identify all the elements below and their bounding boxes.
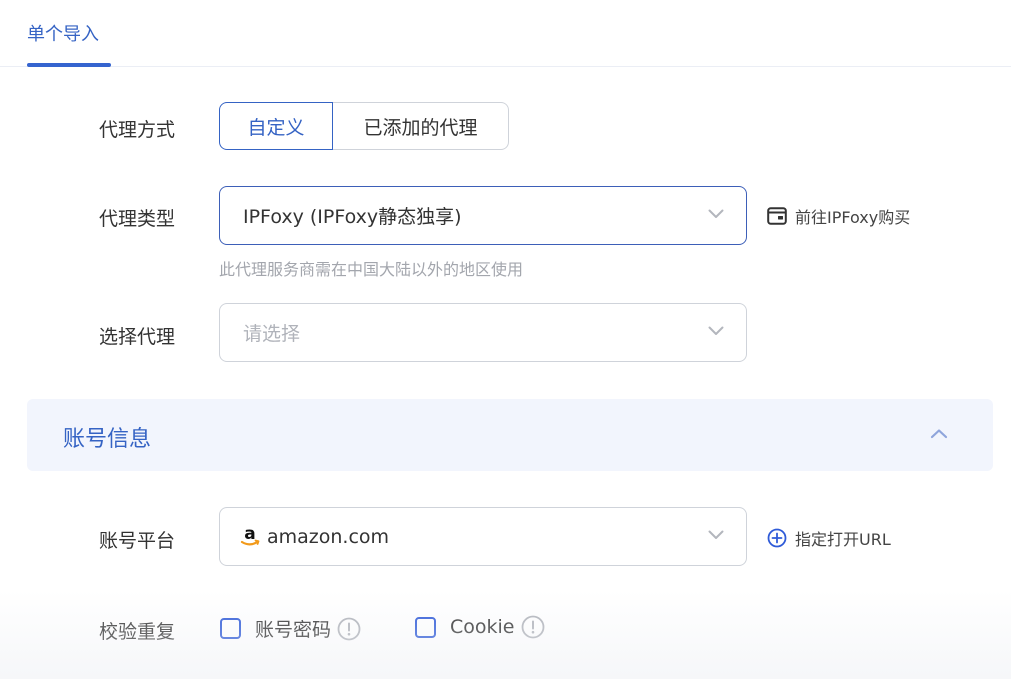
account-info-title: 账号信息	[63, 427, 152, 452]
proxy-type-select[interactable]: IPFoxy (IPFoxy静态独享)	[219, 186, 747, 245]
buy-ipfoxy-link-label: 前往IPFoxy购买	[795, 208, 911, 227]
svg-text:a: a	[244, 525, 255, 544]
amazon-logo-icon: a	[240, 525, 260, 545]
exclamation-circle-icon[interactable]	[521, 615, 545, 639]
cookie-checkbox[interactable]	[415, 616, 436, 638]
chevron-down-icon	[708, 209, 724, 218]
specify-open-url-label: 指定打开URL	[795, 530, 891, 549]
specify-open-url-link[interactable]: 指定打开URL	[767, 526, 891, 550]
proxy-mode-custom-button[interactable]: 自定义	[219, 102, 333, 150]
verify-cookie-option[interactable]: Cookie	[415, 615, 545, 639]
plus-circle-icon	[767, 528, 787, 548]
exclamation-circle-icon[interactable]	[337, 617, 361, 641]
verify-account-password-option[interactable]: 账号密码	[220, 615, 361, 642]
tab-bar: 单个导入	[0, 0, 1011, 67]
account-platform-select[interactable]: a amazon.com	[219, 507, 747, 566]
browser-window-icon	[767, 207, 787, 225]
chevron-down-icon	[708, 326, 724, 335]
proxy-type-hint: 此代理服务商需在中国大陆以外的地区使用	[219, 260, 524, 279]
verify-duplicate-label: 校验重复	[99, 621, 176, 643]
select-proxy-label: 选择代理	[99, 326, 176, 348]
proxy-mode-added-button[interactable]: 已添加的代理	[333, 102, 509, 150]
account-platform-value: amazon.com	[267, 525, 390, 548]
account-password-label: 账号密码	[255, 619, 332, 641]
account-info-section-header[interactable]: 账号信息	[27, 399, 993, 471]
proxy-type-label: 代理类型	[99, 208, 176, 230]
account-password-checkbox[interactable]	[220, 618, 241, 639]
proxy-mode-label: 代理方式	[99, 119, 176, 141]
proxy-mode-segmented-control: 自定义 已添加的代理	[219, 102, 509, 150]
tab-single-import[interactable]: 单个导入	[27, 20, 99, 46]
chevron-down-icon	[708, 530, 724, 539]
account-platform-label: 账号平台	[99, 530, 176, 552]
select-proxy-dropdown[interactable]: 请选择	[219, 303, 747, 362]
select-proxy-placeholder: 请选择	[243, 323, 301, 345]
buy-ipfoxy-link[interactable]: 前往IPFoxy购买	[767, 204, 910, 228]
tab-active-indicator	[27, 63, 111, 67]
cookie-label: Cookie	[450, 616, 515, 638]
chevron-up-icon[interactable]	[930, 428, 948, 439]
proxy-type-value: IPFoxy (IPFoxy静态独享)	[243, 206, 462, 228]
